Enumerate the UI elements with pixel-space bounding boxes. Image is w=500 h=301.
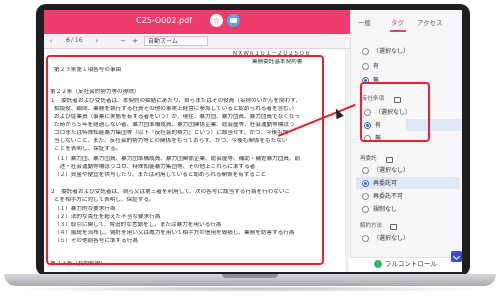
star-icon[interactable]: ☆ <box>210 14 223 27</box>
radio-group3-no-rule[interactable]: 規制なし <box>362 204 457 216</box>
zoom-in-button[interactable]: + <box>130 37 140 46</box>
document-scrollbar[interactable] <box>345 49 349 272</box>
radio-label: 規制なし <box>373 206 398 213</box>
radio-button[interactable] <box>362 193 369 200</box>
radio-group3-not-allowed[interactable]: 再委託不可 <box>362 191 457 203</box>
page-total: / 16 <box>71 37 83 44</box>
laptop-shadow <box>10 286 490 292</box>
radio-label: （選択なし） <box>373 48 410 55</box>
comment-icon[interactable] <box>386 157 393 163</box>
radio-group1-yes[interactable]: 有 <box>362 61 457 73</box>
radio-button[interactable] <box>362 235 369 242</box>
radio-button[interactable] <box>362 180 369 187</box>
radio-button[interactable] <box>362 48 369 55</box>
radio-label: （選択なし） <box>373 167 410 174</box>
radio-button[interactable] <box>362 206 369 213</box>
radio-label: （選択なし） <box>373 235 410 242</box>
radio-label: 再委託可 <box>373 180 398 187</box>
laptop-notch <box>222 274 278 278</box>
section-label-termination: 解約方法 <box>360 223 383 229</box>
chat-icon[interactable] <box>227 14 240 27</box>
page-number-input[interactable]: 6 <box>56 36 70 46</box>
radio-group3-none[interactable]: （選択なし） <box>362 165 457 177</box>
radio-group3-allowed[interactable]: 再委託可 <box>362 178 457 190</box>
radio-label: 有 <box>373 63 380 70</box>
highlight-box-tag <box>360 82 430 142</box>
tab-tags[interactable]: タグ <box>391 18 404 28</box>
prev-page-button[interactable]: ‹ <box>46 37 56 46</box>
radio-label: 再委託不可 <box>373 193 404 200</box>
zoom-out-button[interactable]: − <box>118 37 128 46</box>
radio-group1-none[interactable]: （選択なし） <box>362 46 457 58</box>
radio-group4-none[interactable]: （選択なし） <box>362 233 457 245</box>
tab-general[interactable]: 一般 <box>358 18 371 28</box>
next-page-button[interactable]: › <box>92 37 102 46</box>
tab-access[interactable]: アクセス <box>417 18 443 28</box>
full-control-icon <box>374 260 382 268</box>
comment-icon[interactable] <box>390 224 397 230</box>
highlight-box-clause <box>46 55 324 265</box>
zoom-select[interactable]: 自動ズーム <box>144 36 208 46</box>
collapse-panel-button[interactable] <box>451 251 462 262</box>
file-name: C25-O002.pdf <box>136 16 192 25</box>
full-control-label: フルコントロール <box>385 260 437 268</box>
section-label-subcontract: 再委託 <box>360 156 377 162</box>
radio-button[interactable] <box>362 167 369 174</box>
radio-button[interactable] <box>362 63 369 70</box>
active-tab-indicator <box>390 30 406 32</box>
